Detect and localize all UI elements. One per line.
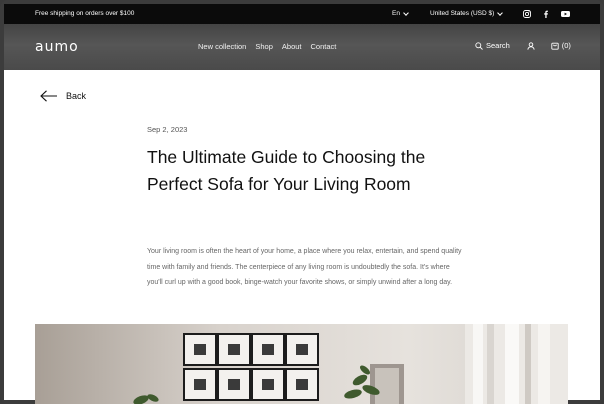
site-header: aumo New collection Shop About Contact S… [4,24,600,70]
hero-image [35,324,568,404]
arrow-left-icon [40,90,57,102]
search-label: Search [486,41,510,50]
cart-button[interactable]: (0) [551,41,571,50]
nav-item-contact[interactable]: Contact [311,42,337,51]
search-button[interactable]: Search [475,41,510,50]
article-title: The Ultimate Guide to Choosing the Perfe… [147,147,426,194]
nav-item-about[interactable]: About [282,42,302,51]
announcement-text: Free shipping on orders over $100 [35,10,135,17]
account-icon[interactable] [527,41,535,50]
region-label: United States (USD $) [430,10,495,17]
region-selector[interactable]: United States (USD $) [430,9,504,17]
announcement-bar: Free shipping on orders over $100 En Uni… [4,4,600,24]
instagram-icon[interactable] [521,8,533,20]
chevron-down-icon [497,9,504,16]
nav-item-shop[interactable]: Shop [255,42,273,51]
cart-count: (0) [561,41,571,50]
language-selector[interactable]: En [392,9,409,17]
brand-logo[interactable]: aumo [35,39,79,55]
youtube-icon[interactable] [559,8,571,20]
browser-frame: Free shipping on orders over $100 En Uni… [0,0,604,404]
back-link[interactable]: Back [40,90,86,102]
article-date: Sep 2, 2023 [147,125,188,134]
article-intro: Your living room is often the heart of y… [147,248,462,286]
header-actions: Search (0) [475,41,571,50]
search-icon [475,41,483,50]
language-label: En [392,10,400,17]
cart-icon [551,42,559,50]
back-label: Back [66,91,87,101]
main-nav: New collection Shop About Contact [198,42,336,51]
article-page: Back Sep 2, 2023 The Ultimate Guide to C… [4,70,600,404]
nav-item-new-collection[interactable]: New collection [198,42,246,51]
facebook-icon[interactable] [540,8,552,20]
chevron-down-icon [403,9,409,16]
